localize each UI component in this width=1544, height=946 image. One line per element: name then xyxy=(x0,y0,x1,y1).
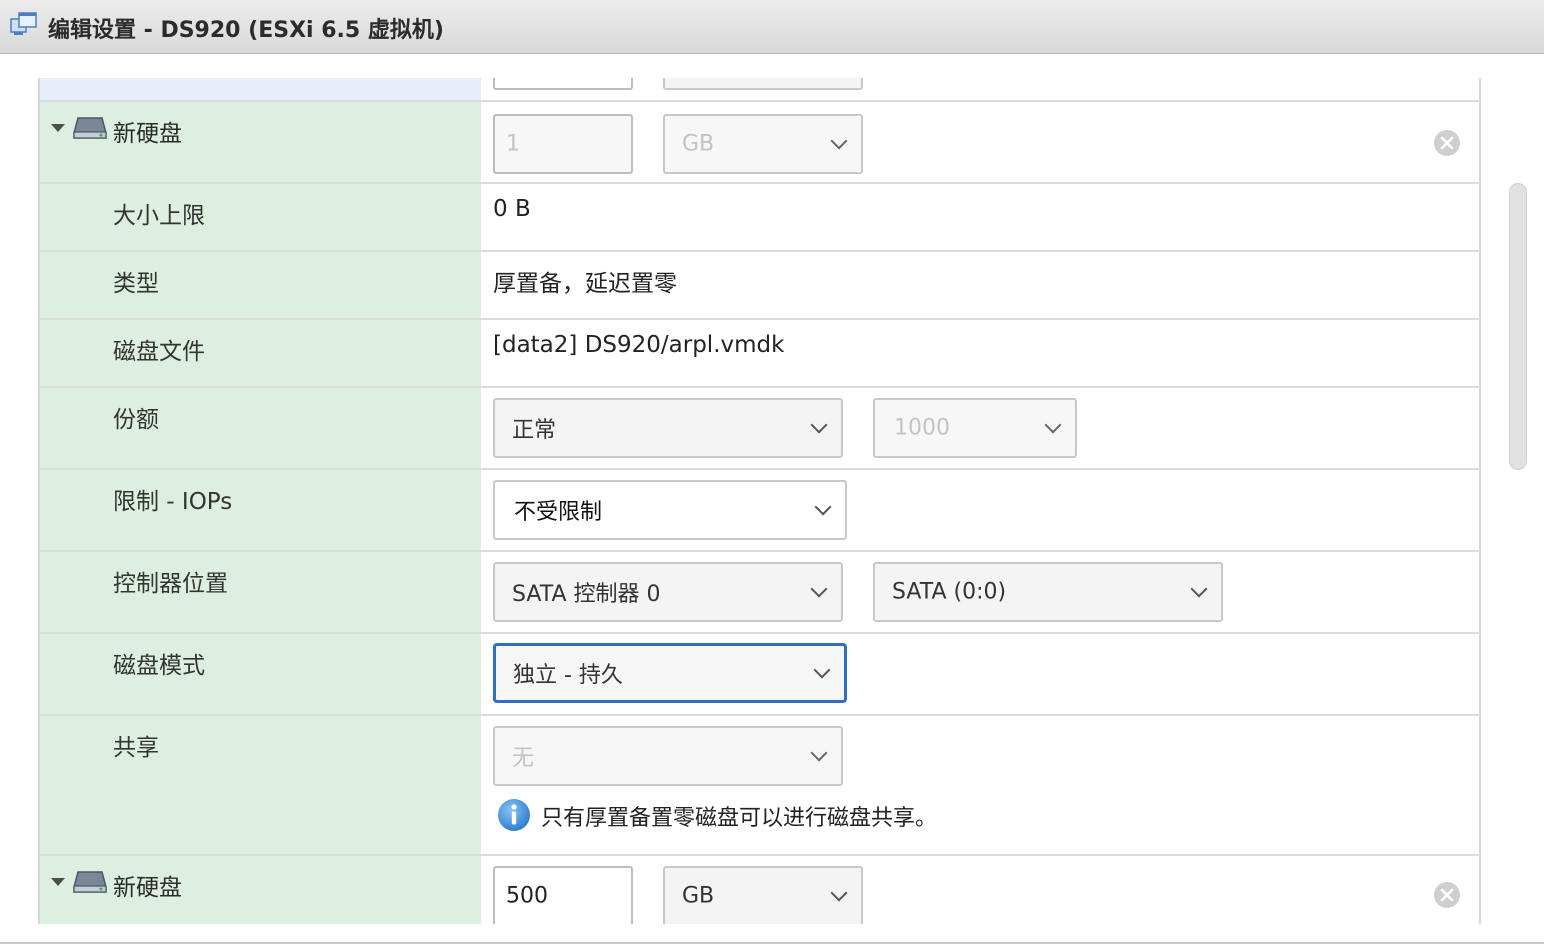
limit-iops-row: 限制 - IOPs 不受限制 xyxy=(40,470,1479,552)
shares-row: 份额 正常 1000 xyxy=(40,388,1479,470)
controller-label: 控制器位置 xyxy=(113,571,228,597)
info-icon xyxy=(498,799,530,831)
disk-mode-row: 磁盘模式 独立 - 持久 xyxy=(40,634,1479,716)
disk2-title: 新硬盘 xyxy=(113,875,182,901)
chevron-down-icon xyxy=(814,498,832,516)
controller-select[interactable]: SATA 控制器 0 xyxy=(493,562,843,622)
hard-disk-icon xyxy=(73,871,107,893)
sharing-info-text: 只有厚置备置零磁盘可以进行磁盘共享。 xyxy=(541,806,938,831)
chevron-down-icon xyxy=(810,416,828,434)
hardware-settings-table: 新硬盘 1 GB 大小上限 0 B 类型 厚置备，延迟置零 磁盘文件 [data… xyxy=(38,78,1481,924)
chevron-down-icon xyxy=(830,884,848,902)
disk1-header-row: 新硬盘 1 GB xyxy=(40,102,1479,184)
shares-value-select[interactable]: 1000 xyxy=(873,398,1077,458)
disk-file-row: 磁盘文件 [data2] DS920/arpl.vmdk xyxy=(40,320,1479,388)
max-size-row: 大小上限 0 B xyxy=(40,184,1479,252)
disk-file-value: [data2] DS920/arpl.vmdk xyxy=(493,332,785,358)
previous-device-row xyxy=(40,78,1479,102)
max-size-value: 0 B xyxy=(493,196,531,222)
dialog-title: 编辑设置 - DS920 (ESXi 6.5 虚拟机) xyxy=(48,18,444,43)
disk2-header-row: 新硬盘 500 GB xyxy=(40,856,1479,924)
previous-unit-select[interactable] xyxy=(663,78,863,90)
type-value: 厚置备，延迟置零 xyxy=(493,271,677,297)
dialog-titlebar: 编辑设置 - DS920 (ESXi 6.5 虚拟机) xyxy=(0,0,1544,54)
remove-device-icon[interactable] xyxy=(1433,129,1461,157)
chevron-down-icon xyxy=(810,580,828,598)
controller-row: 控制器位置 SATA 控制器 0 SATA (0:0) xyxy=(40,552,1479,634)
chevron-down-icon xyxy=(813,661,831,679)
chevron-down-icon xyxy=(830,132,848,150)
expand-caret-icon[interactable] xyxy=(51,878,65,886)
vm-settings-icon xyxy=(10,12,37,35)
disk1-size-input[interactable]: 1 xyxy=(493,114,633,174)
previous-size-input[interactable] xyxy=(493,78,633,90)
disk1-unit-select[interactable]: GB xyxy=(663,114,863,174)
sharing-row: 共享 无 只有厚置备置零磁盘可以进行磁盘共享。 xyxy=(40,716,1479,856)
disk-mode-label: 磁盘模式 xyxy=(113,653,205,679)
controller-slot-select[interactable]: SATA (0:0) xyxy=(873,562,1223,622)
limit-iops-label: 限制 - IOPs xyxy=(113,489,233,515)
expand-caret-icon[interactable] xyxy=(51,124,65,132)
disk-file-label: 磁盘文件 xyxy=(113,339,205,365)
chevron-down-icon xyxy=(810,744,828,762)
disk-mode-select[interactable]: 独立 - 持久 xyxy=(493,643,847,703)
remove-device-icon[interactable] xyxy=(1433,881,1461,909)
max-size-label: 大小上限 xyxy=(113,203,205,229)
sharing-select[interactable]: 无 xyxy=(493,726,843,786)
limit-iops-select[interactable]: 不受限制 xyxy=(493,480,847,540)
type-label: 类型 xyxy=(113,271,159,297)
vertical-scrollbar[interactable] xyxy=(1509,183,1527,470)
dialog-divider xyxy=(0,942,1544,944)
chevron-down-icon xyxy=(1044,416,1062,434)
disk2-unit-select[interactable]: GB xyxy=(663,866,863,924)
shares-level-select[interactable]: 正常 xyxy=(493,398,843,458)
hard-disk-icon xyxy=(73,117,107,139)
disk1-title: 新硬盘 xyxy=(113,121,182,147)
chevron-down-icon xyxy=(1190,580,1208,598)
type-row: 类型 厚置备，延迟置零 xyxy=(40,252,1479,320)
disk2-size-input[interactable]: 500 xyxy=(493,866,633,924)
shares-label: 份额 xyxy=(113,407,159,433)
sharing-label: 共享 xyxy=(113,735,159,761)
